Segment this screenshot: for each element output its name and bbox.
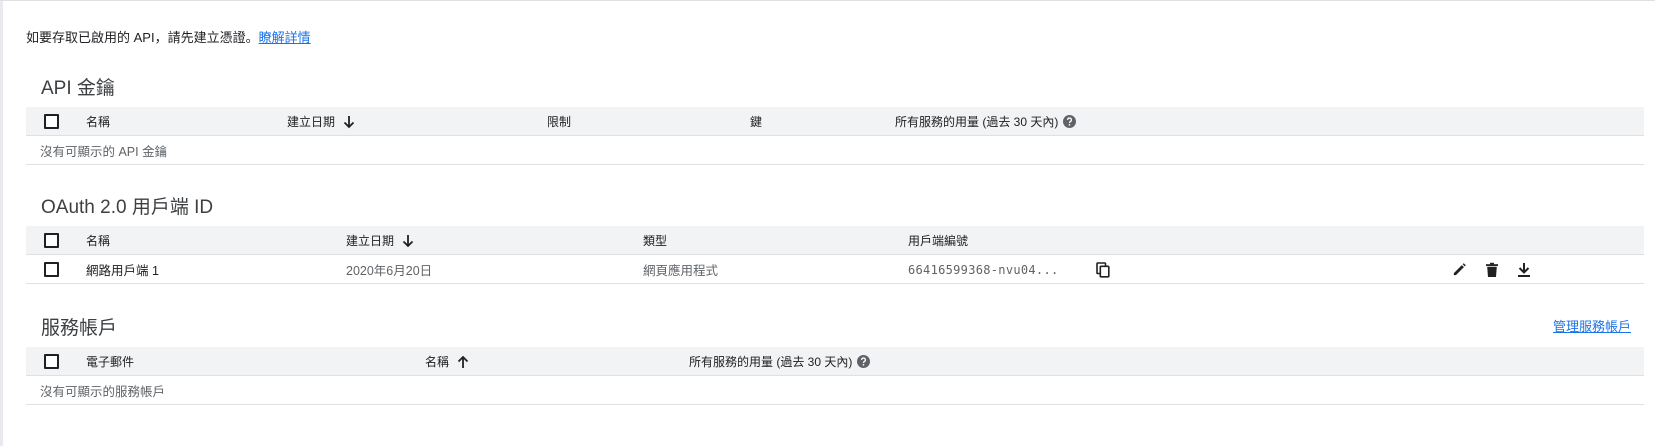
manage-service-accounts-link[interactable]: 管理服務帳戶 xyxy=(1553,316,1631,335)
checkbox-icon xyxy=(44,114,59,129)
window-top-edge xyxy=(0,0,1655,1)
oauth-title: OAuth 2.0 用戶端 ID xyxy=(41,197,214,218)
column-header-usage[interactable]: 所有服務的用量 (過去 30 天內) xyxy=(895,107,1077,136)
edit-client-button[interactable] xyxy=(1452,255,1467,284)
service-accounts-title: 服務帳戶 xyxy=(41,318,118,339)
client-id-value: 66416599368-nvu04... xyxy=(908,262,1059,277)
oauth-table: 名稱 建立日期 類型 用戶端編號 網路用戶端 1 2020年6月20日 網頁應用… xyxy=(26,226,1644,284)
arrow-down-icon xyxy=(343,115,355,129)
service-accounts-empty-row: 沒有可顯示的服務帳戶 xyxy=(26,376,1644,405)
api-keys-table: 名稱 建立日期 限制 鍵 所有服務的用量 (過去 30 天內) 沒有可顯示的 A… xyxy=(26,107,1644,165)
column-header-name[interactable]: 名稱 xyxy=(86,226,110,255)
client-created-date: 2020年6月20日 xyxy=(346,264,433,278)
column-header-key[interactable]: 鍵 xyxy=(750,107,762,136)
client-name-link[interactable]: 網路用戶端 1 xyxy=(86,255,159,284)
select-all-oauth-checkbox[interactable] xyxy=(44,226,59,255)
row-select-checkbox[interactable] xyxy=(44,255,59,284)
api-keys-empty-message: 沒有可顯示的 API 金鑰 xyxy=(40,145,168,159)
select-all-api-keys-checkbox[interactable] xyxy=(44,107,59,136)
column-header-usage-label: 所有服務的用量 (過去 30 天內) xyxy=(895,115,1059,129)
column-header-name-label: 名稱 xyxy=(425,355,450,369)
help-icon[interactable] xyxy=(1063,115,1077,128)
window-left-edge xyxy=(0,0,3,446)
column-header-usage[interactable]: 所有服務的用量 (過去 30 天內) xyxy=(689,347,871,376)
pencil-icon xyxy=(1452,262,1467,277)
column-header-created[interactable]: 建立日期 xyxy=(287,107,355,136)
oauth-client-row[interactable]: 網路用戶端 1 2020年6月20日 網頁應用程式 66416599368-nv… xyxy=(26,255,1644,284)
column-header-created-label: 建立日期 xyxy=(346,234,395,248)
help-icon[interactable] xyxy=(857,355,871,368)
intro-text: 如要存取已啟用的 API，請先建立憑證。瞭解詳情 xyxy=(26,27,311,46)
arrow-up-icon xyxy=(457,355,469,369)
client-type: 網頁應用程式 xyxy=(643,264,719,278)
column-header-client-id[interactable]: 用戶端編號 xyxy=(908,226,968,255)
download-client-button[interactable] xyxy=(1517,255,1531,284)
trash-icon xyxy=(1485,262,1499,278)
service-accounts-empty-message: 沒有可顯示的服務帳戶 xyxy=(40,385,166,399)
column-header-email[interactable]: 電子郵件 xyxy=(86,347,134,376)
column-header-usage-label: 所有服務的用量 (過去 30 天內) xyxy=(689,355,853,369)
service-accounts-table: 電子郵件 名稱 所有服務的用量 (過去 30 天內) 沒有可顯示的服務帳戶 xyxy=(26,347,1644,405)
column-header-name[interactable]: 名稱 xyxy=(86,107,110,136)
delete-client-button[interactable] xyxy=(1485,255,1499,284)
copy-client-id-button[interactable] xyxy=(1096,255,1110,284)
checkbox-icon xyxy=(44,354,59,369)
learn-more-link[interactable]: 瞭解詳情 xyxy=(259,30,311,45)
column-header-restrictions[interactable]: 限制 xyxy=(547,107,571,136)
oauth-header-row: 名稱 建立日期 類型 用戶端編號 xyxy=(26,226,1644,255)
select-all-service-accounts-checkbox[interactable] xyxy=(44,347,59,376)
checkbox-icon xyxy=(44,233,59,248)
column-header-name[interactable]: 名稱 xyxy=(425,347,469,376)
checkbox-icon xyxy=(44,262,59,277)
api-keys-header-row: 名稱 建立日期 限制 鍵 所有服務的用量 (過去 30 天內) xyxy=(26,107,1644,136)
column-header-created[interactable]: 建立日期 xyxy=(346,226,414,255)
api-keys-title: API 金鑰 xyxy=(41,78,115,99)
arrow-down-icon xyxy=(402,234,414,248)
column-header-created-label: 建立日期 xyxy=(287,115,336,129)
column-header-type[interactable]: 類型 xyxy=(643,226,667,255)
download-icon xyxy=(1517,262,1531,278)
intro-message: 如要存取已啟用的 API，請先建立憑證。 xyxy=(26,30,259,45)
copy-icon xyxy=(1096,261,1110,278)
api-keys-empty-row: 沒有可顯示的 API 金鑰 xyxy=(26,136,1644,165)
service-accounts-header-row: 電子郵件 名稱 所有服務的用量 (過去 30 天內) xyxy=(26,347,1644,376)
